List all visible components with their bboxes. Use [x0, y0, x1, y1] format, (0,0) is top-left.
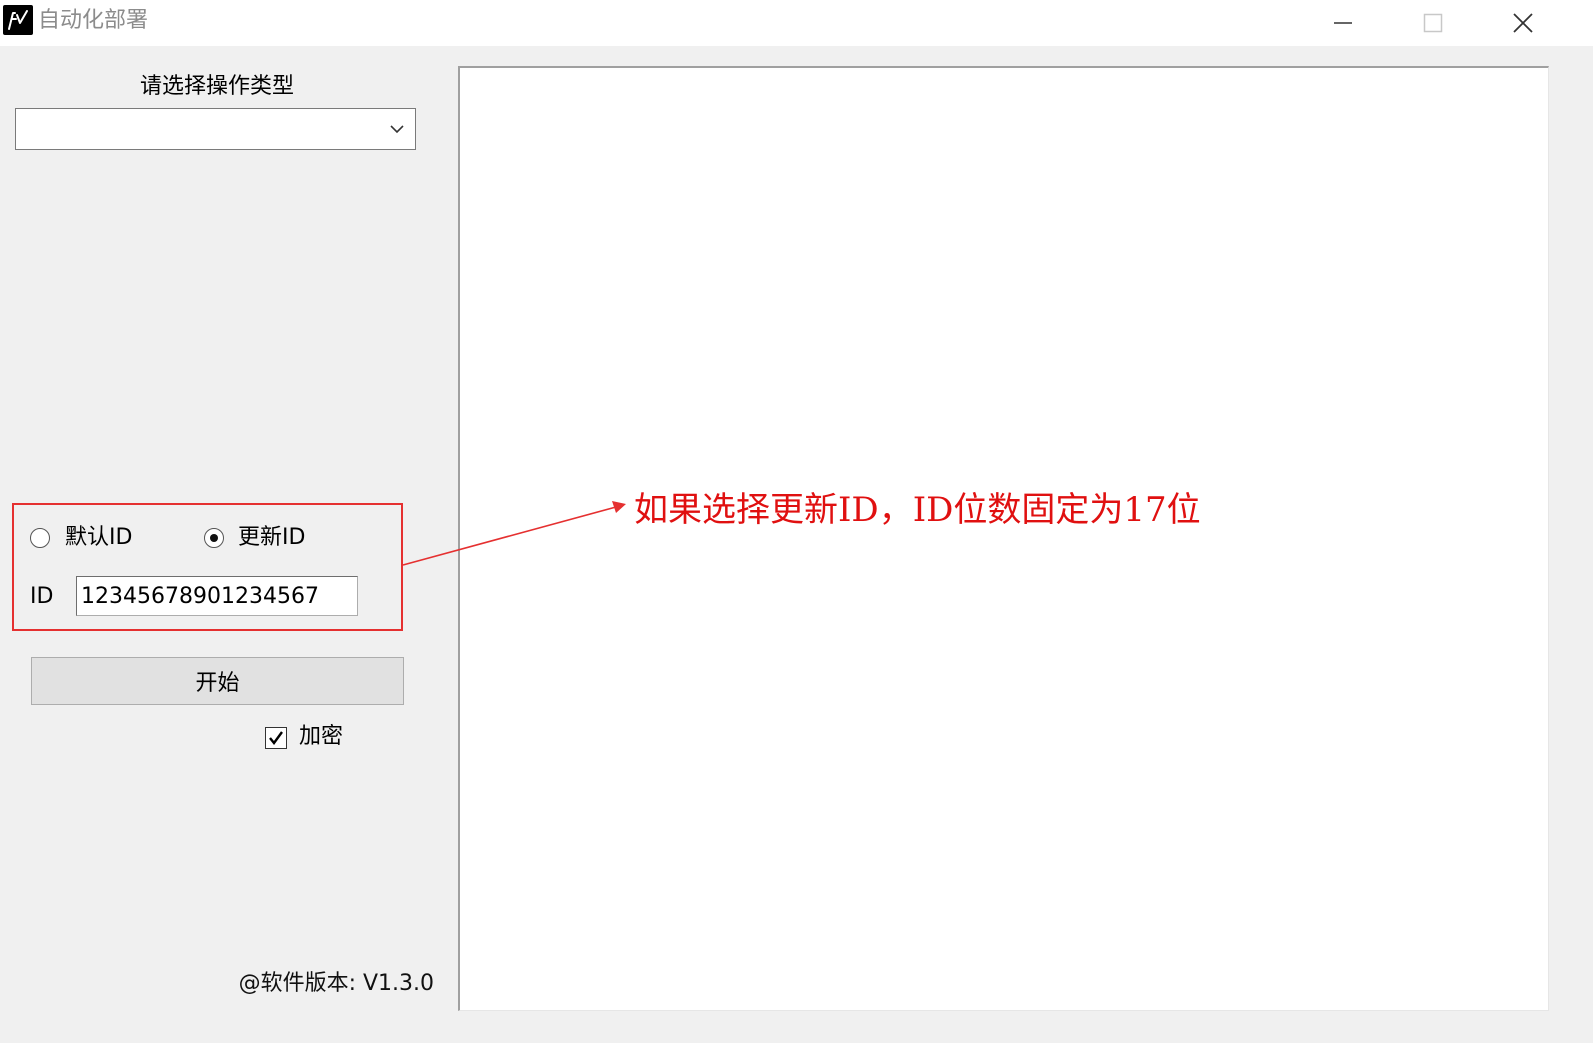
- default-id-radio[interactable]: [30, 528, 50, 548]
- maximize-icon: [1423, 13, 1443, 33]
- close-button[interactable]: [1478, 0, 1568, 46]
- checkmark-icon: [269, 731, 283, 745]
- app-logo-icon: [3, 5, 33, 35]
- update-id-label: 更新ID: [238, 525, 306, 550]
- chevron-down-icon: [390, 125, 404, 134]
- output-panel[interactable]: [458, 66, 1549, 1011]
- default-id-label: 默认ID: [65, 525, 133, 550]
- id-label: ID: [30, 584, 54, 609]
- window-title: 自动化部署: [38, 8, 149, 33]
- encrypt-checkbox[interactable]: [265, 727, 287, 749]
- title-bar: 自动化部署: [0, 0, 1593, 46]
- operation-type-label: 请选择操作类型: [139, 74, 294, 99]
- minimize-button[interactable]: [1298, 0, 1388, 46]
- update-id-radio[interactable]: [204, 528, 224, 548]
- start-button[interactable]: 开始: [31, 657, 404, 705]
- close-icon: [1513, 13, 1533, 33]
- software-version: @软件版本: V1.3.0: [238, 971, 434, 996]
- maximize-button[interactable]: [1388, 0, 1478, 46]
- encrypt-label: 加密: [299, 724, 344, 749]
- minimize-icon: [1334, 22, 1352, 24]
- annotation-text: 如果选择更新ID，ID位数固定为17位: [634, 490, 1201, 530]
- operation-type-select[interactable]: [15, 108, 416, 150]
- id-input[interactable]: [76, 576, 358, 616]
